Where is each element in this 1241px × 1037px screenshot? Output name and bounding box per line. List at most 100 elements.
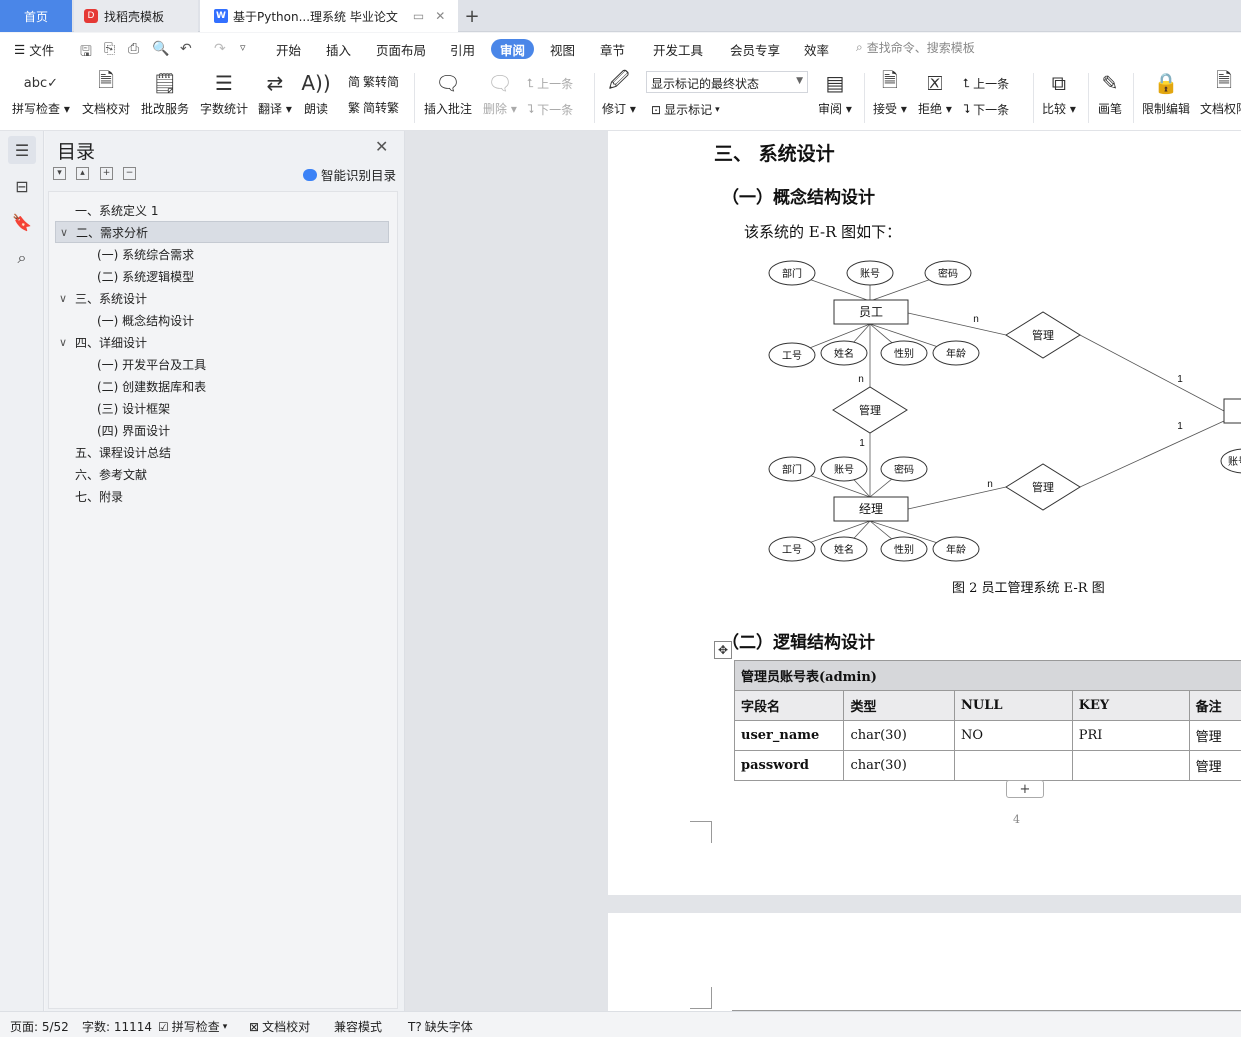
close-tab-icon[interactable]: ✕ — [435, 9, 445, 23]
read-aloud-button[interactable]: A)) 朗读 — [301, 69, 330, 117]
new-tab-button[interactable]: + — [462, 0, 482, 32]
menu-layout[interactable]: 页面布局 — [376, 39, 426, 59]
to-traditional-button[interactable]: 繁简转繁 — [348, 99, 399, 116]
toc-item[interactable]: (四) 界面设计 — [97, 419, 170, 441]
pen-button[interactable]: ✎ 画笔 — [1097, 69, 1123, 117]
toc-item[interactable]: 一、系统定义 1 — [75, 199, 158, 221]
word-count-status[interactable]: 字数: 11114 — [82, 1018, 152, 1035]
compare-button[interactable]: ⧉ 比较 ▾ — [1042, 69, 1076, 117]
word-count-button[interactable]: ☰ 字数统计 — [200, 69, 248, 117]
toc-item[interactable]: ∨ 三、系统设计 — [59, 287, 147, 309]
menu-start[interactable]: 开始 — [276, 39, 301, 59]
chevron-down-icon[interactable]: ∨ — [59, 292, 73, 305]
toc-item[interactable]: (一) 概念结构设计 — [97, 309, 194, 331]
next-change-button[interactable]: ⮧ 下一条 — [963, 101, 1009, 118]
compat-mode-status[interactable]: 兼容模式 — [334, 1018, 382, 1035]
missing-font-status[interactable]: T? 缺失字体 — [408, 1018, 473, 1035]
move-table-icon[interactable]: ✥ — [714, 641, 732, 659]
toc-item[interactable]: (一) 系统综合需求 — [97, 243, 194, 265]
menu-review[interactable]: 审阅 — [491, 39, 535, 59]
prev-comment-button[interactable]: ⮤ 上一条 — [527, 75, 573, 92]
correct-service-button[interactable]: 🗒 批改服务 — [141, 69, 189, 117]
chevron-down-icon[interactable]: ∨ — [59, 336, 73, 349]
show-markup-button[interactable]: ⊡ 显示标记 ▾ — [651, 101, 720, 118]
menu-efficiency[interactable]: 效率 — [804, 39, 829, 59]
export-icon[interactable]: ⎘ — [104, 41, 115, 57]
reject-button[interactable]: 🗵 拒绝 ▾ — [918, 69, 952, 117]
document-page[interactable]: 三、 系统设计 （一）概念结构设计 该系统的 E-R 图如下： 部门 账号 密码… — [608, 131, 1241, 895]
translate-button[interactable]: ⇄ 翻译 ▾ — [258, 69, 292, 117]
review-pane-button[interactable]: ▤ 审阅 ▾ — [818, 69, 852, 117]
remove-level-icon[interactable]: − — [123, 167, 136, 180]
menu-devtools[interactable]: 开发工具 — [653, 39, 703, 59]
window-icon[interactable]: ▭ — [413, 9, 424, 23]
tab-home[interactable]: 首页 — [0, 0, 72, 32]
save-icon[interactable]: 🖫 — [80, 41, 92, 65]
markup-state-select[interactable]: 显示标记的最终状态 ▼ — [646, 71, 808, 93]
toc-item[interactable]: (二) 系统逻辑模型 — [97, 265, 194, 287]
document-page[interactable] — [608, 913, 1241, 1011]
doc-proof-status-label: 文档校对 — [262, 1020, 311, 1034]
close-icon[interactable]: ✕ — [375, 137, 388, 156]
add-level-icon[interactable]: + — [100, 167, 113, 180]
outline-icon[interactable]: ☰ — [8, 136, 36, 164]
bookmark-icon[interactable]: 🔖 — [8, 208, 36, 236]
doc-permission-button[interactable]: 🗎 文档权限 — [1200, 68, 1241, 117]
delete-comment-button[interactable]: 🗨 删除 ▾ — [483, 69, 517, 117]
doc-proof-button[interactable]: 🗎 文档校对 — [82, 68, 130, 117]
ribbon-divider — [1033, 73, 1034, 123]
to-simplified-button[interactable]: 简繁转简 — [348, 73, 399, 90]
smart-toc-button[interactable]: 智能识别目录 — [303, 165, 396, 184]
chapter-nav-icon[interactable]: ⊟ — [8, 172, 36, 200]
table-cell: NO — [954, 720, 1073, 751]
revise-label: 修订 — [602, 102, 627, 116]
insert-comment-button[interactable]: 🗨 插入批注 — [424, 69, 472, 117]
collapse-all-icon[interactable]: ▾ — [53, 167, 66, 180]
undo-icon[interactable]: ↶ — [180, 41, 192, 57]
menu-chapter[interactable]: 章节 — [600, 39, 625, 59]
table-cell — [1071, 750, 1190, 781]
er-label: 部门 — [782, 463, 802, 476]
toc-item[interactable]: (三) 设计框架 — [97, 397, 170, 419]
spell-check-button[interactable]: abc✓ 拼写检查 ▾ — [12, 69, 70, 117]
chevron-down-icon[interactable]: ∨ — [60, 226, 74, 239]
print-icon[interactable]: ⎙ — [128, 41, 139, 57]
smart-toc-label: 智能识别目录 — [321, 168, 397, 183]
accept-button[interactable]: 🗎 接受 ▾ — [873, 68, 907, 117]
toc-item[interactable]: (一) 开发平台及工具 — [97, 353, 206, 375]
page-indicator[interactable]: 页面: 5/52 — [10, 1018, 69, 1035]
tab-bar: 首页 D 找稻壳模板 W 基于Python...理系统 毕业论文 ▭ ✕ + — [0, 0, 1241, 32]
toc-item[interactable]: 七、附录 — [75, 485, 123, 507]
toc-item[interactable]: ∨ 二、需求分析 — [55, 221, 389, 243]
translate-label: 翻译 — [258, 102, 283, 116]
menu-insert[interactable]: 插入 — [326, 39, 351, 59]
reject-icon: 🗵 — [927, 71, 943, 95]
spell-check-status[interactable]: ☑ 拼写检查 ▾ — [158, 1018, 227, 1035]
tab-templates[interactable]: D 找稻壳模板 — [74, 0, 198, 32]
toc-item-label: (二) 创建数据库和表 — [97, 379, 207, 394]
toc-item[interactable]: 五、课程设计总结 — [75, 441, 171, 463]
toc-item[interactable]: ∨ 四、详细设计 — [59, 331, 147, 353]
toc-item[interactable]: 六、参考文献 — [75, 463, 147, 485]
admin-table[interactable]: 管理员账号表(admin) 字段名 类型 NULL KEY 备注 user_na… — [733, 660, 1241, 781]
revise-button[interactable]: 🖉 修订 ▾ — [602, 68, 636, 117]
tab-document[interactable]: W 基于Python...理系统 毕业论文 ▭ ✕ — [200, 0, 458, 32]
menu-reference[interactable]: 引用 — [450, 39, 475, 59]
ribbon-divider — [594, 73, 595, 123]
preview-icon[interactable]: 🔍 — [152, 41, 169, 57]
customize-icon[interactable]: ▿ — [240, 41, 246, 54]
prev-change-button[interactable]: ⮤ 上一条 — [963, 75, 1009, 92]
search-icon[interactable]: ⌕ — [8, 244, 36, 272]
next-comment-button[interactable]: ⮧ 下一条 — [527, 101, 573, 118]
document-workspace[interactable]: 三、 系统设计 （一）概念结构设计 该系统的 E-R 图如下： 部门 账号 密码… — [405, 131, 1241, 1011]
add-row-button[interactable]: + — [1006, 780, 1044, 798]
file-menu[interactable]: ☰ 文件 — [14, 39, 54, 59]
command-search[interactable]: ⌕ 查找命令、搜索模板 — [856, 39, 975, 56]
menu-vip[interactable]: 会员专享 — [730, 39, 780, 59]
doc-proof-status[interactable]: ⊠ 文档校对 — [249, 1018, 310, 1035]
expand-all-icon[interactable]: ▴ — [76, 167, 89, 180]
toc-item[interactable]: (二) 创建数据库和表 — [97, 375, 206, 397]
restrict-edit-button[interactable]: 🔒 限制编辑 — [1142, 69, 1190, 117]
menu-view[interactable]: 视图 — [550, 39, 575, 59]
redo-icon[interactable]: ↷ — [214, 41, 226, 57]
